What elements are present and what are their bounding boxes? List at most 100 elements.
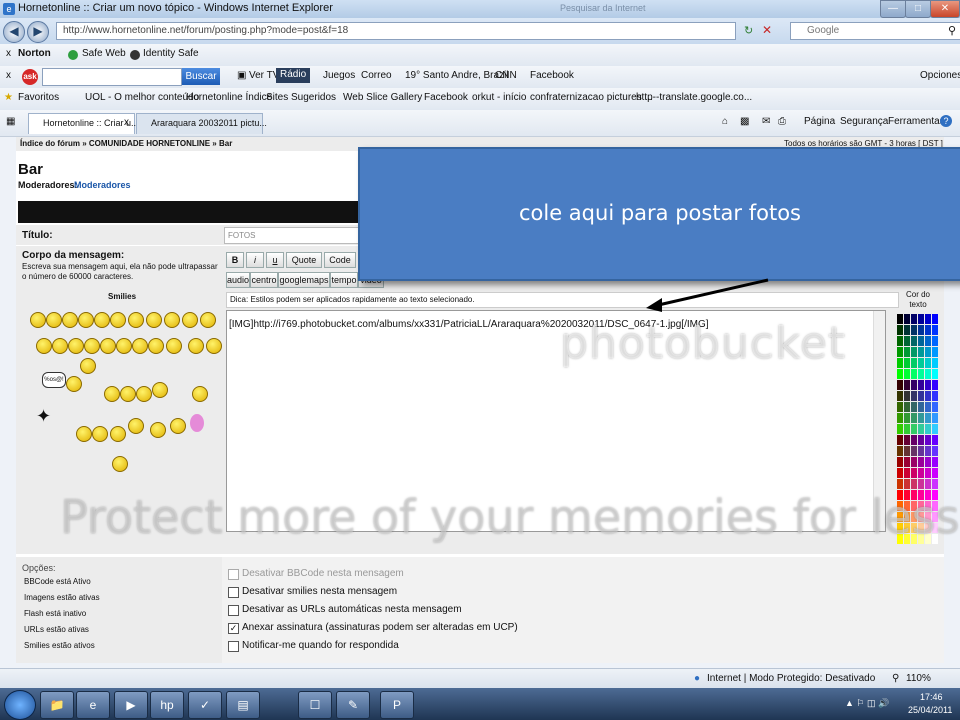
color-swatch[interactable] (932, 468, 938, 478)
color-swatch[interactable] (897, 391, 903, 401)
color-swatch[interactable] (918, 358, 924, 368)
fav-item-orkut[interactable]: orkut - início (472, 92, 526, 103)
smilie-icon[interactable] (132, 338, 148, 354)
bold-button[interactable]: B (226, 252, 244, 268)
color-swatch[interactable] (932, 457, 938, 467)
zoom-level[interactable]: 110% (906, 673, 931, 684)
smilie-icon[interactable] (100, 338, 116, 354)
film-icon[interactable]: ▤ (226, 691, 260, 719)
checkbox-checked[interactable]: ✓ (228, 623, 239, 634)
color-swatch[interactable] (911, 369, 917, 379)
checkbox[interactable] (228, 569, 239, 580)
security-menu[interactable]: Segurança (840, 116, 888, 127)
smilie-icon[interactable] (206, 338, 222, 354)
color-swatch[interactable] (904, 424, 910, 434)
zoom-icon[interactable]: ⚲ (892, 673, 899, 684)
color-swatch[interactable] (932, 336, 938, 346)
color-swatch[interactable] (897, 424, 903, 434)
color-swatch[interactable] (918, 325, 924, 335)
ask-search-button[interactable]: Buscar (182, 68, 220, 85)
color-swatch[interactable] (911, 314, 917, 324)
pink-character-icon[interactable] (190, 414, 204, 432)
search-input[interactable]: Google (790, 22, 960, 40)
color-swatch[interactable] (911, 402, 917, 412)
quick-tabs-icon[interactable]: ▦ (6, 116, 15, 127)
color-swatch[interactable] (911, 347, 917, 357)
identity-safe-button[interactable]: Identity Safe (143, 48, 199, 59)
color-swatch[interactable] (897, 402, 903, 412)
color-swatch[interactable] (925, 435, 931, 445)
checkbox[interactable] (228, 641, 239, 652)
centro-button[interactable]: centro (250, 272, 278, 288)
mail-icon[interactable]: ✉ (762, 116, 770, 127)
color-swatch[interactable] (918, 457, 924, 467)
underline-button[interactable]: u (266, 252, 284, 268)
close-toolbar-icon[interactable]: x (6, 48, 11, 59)
color-swatch[interactable] (918, 347, 924, 357)
safe-web-button[interactable]: Safe Web (82, 48, 126, 59)
color-swatch[interactable] (897, 369, 903, 379)
color-swatch[interactable] (925, 336, 931, 346)
color-swatch[interactable] (897, 479, 903, 489)
close-tab-icon[interactable]: x (124, 117, 129, 128)
color-swatch[interactable] (925, 402, 931, 412)
smilie-icon[interactable] (30, 312, 46, 328)
hp-icon[interactable]: hp (150, 691, 184, 719)
audio-button[interactable]: audio (226, 272, 250, 288)
refresh-icon[interactable]: ↻ (744, 24, 753, 37)
smilie-icon[interactable] (92, 426, 108, 442)
color-swatch[interactable] (911, 457, 917, 467)
smilie-icon[interactable] (136, 386, 152, 402)
maximize-button[interactable]: □ (905, 0, 931, 18)
googlemaps-button[interactable]: googlemaps (278, 272, 330, 288)
color-swatch[interactable] (911, 424, 917, 434)
color-swatch[interactable] (904, 457, 910, 467)
smilie-icon[interactable] (76, 426, 92, 442)
color-swatch[interactable] (918, 369, 924, 379)
color-swatch[interactable] (897, 468, 903, 478)
color-swatch[interactable] (932, 369, 938, 379)
smilie-icon[interactable] (164, 312, 180, 328)
color-swatch[interactable] (918, 380, 924, 390)
forward-button[interactable]: ▶ (27, 21, 49, 43)
color-swatch[interactable] (904, 347, 910, 357)
bat-icon[interactable]: ✦ (36, 406, 51, 427)
smilie-icon[interactable] (148, 338, 164, 354)
color-swatch[interactable] (925, 314, 931, 324)
color-swatch[interactable] (904, 402, 910, 412)
back-button[interactable]: ◀ (3, 21, 25, 43)
ask-item-tv[interactable]: Ver TV (249, 70, 279, 81)
code-button[interactable]: Code (324, 252, 356, 268)
checkbox[interactable] (228, 605, 239, 616)
fav-item-confraternizacao[interactable]: confraternizacao pictures ... (530, 92, 653, 103)
smilie-icon[interactable] (128, 418, 144, 434)
smilie-icon[interactable] (152, 382, 168, 398)
color-swatch[interactable] (911, 446, 917, 456)
color-swatch[interactable] (897, 325, 903, 335)
smilie-icon[interactable] (116, 338, 132, 354)
home-icon[interactable]: ⌂ (722, 116, 728, 127)
fav-item-web-slice[interactable]: Web Slice Gallery (343, 92, 422, 103)
norton-logo[interactable]: Norton (18, 48, 51, 59)
clock-date[interactable]: 25/04/2011 (908, 705, 952, 715)
color-swatch[interactable] (925, 347, 931, 357)
smilie-icon[interactable] (110, 426, 126, 442)
ask-item-games[interactable]: Juegos (323, 70, 355, 81)
color-swatch[interactable] (925, 380, 931, 390)
minimize-button[interactable]: — (880, 0, 906, 18)
clock-time[interactable]: 17:46 (920, 692, 943, 702)
paint-icon[interactable]: ✎ (336, 691, 370, 719)
color-swatch[interactable] (925, 424, 931, 434)
smilie-icon[interactable] (62, 312, 78, 328)
tempo-button[interactable]: tempo (330, 272, 358, 288)
color-swatch[interactable] (911, 435, 917, 445)
smilie-icon[interactable] (192, 386, 208, 402)
smilie-icon[interactable] (68, 338, 84, 354)
color-swatch[interactable] (897, 435, 903, 445)
color-swatch[interactable] (925, 358, 931, 368)
smilie-icon[interactable] (120, 386, 136, 402)
color-swatch[interactable] (918, 446, 924, 456)
color-swatch[interactable] (918, 402, 924, 412)
fav-item-hornetonline[interactable]: Hornetonline Índice (186, 92, 272, 103)
options-button[interactable]: Opciones (920, 70, 960, 81)
